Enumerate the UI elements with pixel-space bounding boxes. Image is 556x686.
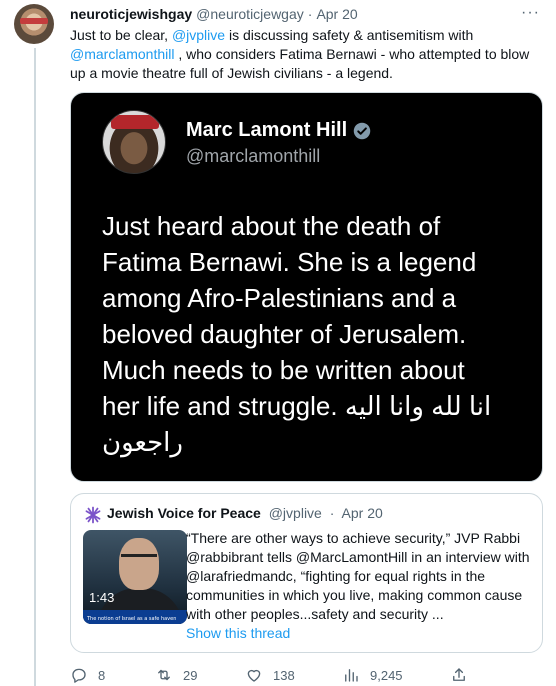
tweet-date[interactable]: Apr 20 — [316, 6, 357, 22]
image-text-english: her life and struggle. — [102, 391, 338, 421]
thread-connector-line — [34, 48, 36, 686]
header-separator: · — [307, 6, 313, 22]
tweet-text: Just to be clear, @jvplive is discussing… — [70, 26, 532, 83]
share-button[interactable] — [450, 664, 468, 686]
avatar-cap — [111, 115, 159, 129]
image-author-name: Marc Lamont Hill — [186, 119, 348, 141]
retweet-count: 29 — [183, 667, 198, 683]
image-text-arabic: راجعون — [102, 427, 183, 457]
image-text-arabic: انا لله وانا اليه — [344, 391, 492, 421]
like-button[interactable]: 138 — [245, 664, 295, 686]
quote-separator: · — [329, 505, 335, 521]
quoted-tweet-card[interactable]: Jewish Voice for Peace @jvplive · Apr 20… — [70, 493, 543, 653]
verified-badge-icon — [353, 122, 371, 139]
views-count: 9,245 — [370, 667, 403, 683]
views-button[interactable]: 9,245 — [342, 664, 403, 686]
quote-date[interactable]: Apr 20 — [342, 505, 383, 521]
retweet-icon — [158, 669, 170, 681]
reply-count: 8 — [98, 667, 106, 683]
heart-icon — [247, 669, 261, 682]
quote-author-name[interactable]: Jewish Voice for Peace — [107, 505, 261, 521]
reply-icon — [72, 668, 86, 683]
tweet-text-part: Just to be clear, — [70, 27, 172, 43]
tweet-actions-bar: 8 29 138 9,245 — [70, 664, 470, 686]
like-count: 138 — [273, 667, 295, 683]
image-text-line: Just heard about the death of — [102, 211, 441, 241]
thumbnail-head — [119, 538, 159, 590]
image-tweet-body: Just heard about the death of Fatima Ber… — [102, 208, 522, 460]
thumbnail-glasses — [121, 554, 157, 560]
tweet-text-part: is discussing safety & antisemitism with — [225, 27, 474, 43]
image-text-line: راجعون — [102, 424, 522, 460]
retweet-button[interactable]: 29 — [155, 664, 197, 686]
video-thumbnail[interactable]: The notion of Israel as a safe haven — [83, 530, 187, 624]
quote-text: “There are other ways to achieve securit… — [186, 530, 530, 622]
image-text-line: beloved daughter of Jerusalem. — [102, 319, 467, 349]
author-display-name[interactable]: neuroticjewishgay — [70, 6, 192, 22]
image-text-line: her life and struggle. انا لله وانا اليه — [102, 388, 522, 424]
quote-header: Jewish Voice for Peace @jvplive · Apr 20 — [107, 505, 383, 521]
more-options-button[interactable]: ··· — [521, 4, 540, 22]
image-author-row: Marc Lamont Hill — [186, 119, 371, 142]
image-text-line: among Afro-Palestinians and a — [102, 283, 457, 313]
reply-button[interactable]: 8 — [70, 664, 105, 686]
jvp-logo-icon — [85, 506, 101, 524]
views-icon — [345, 669, 358, 682]
mention-link-marclamonthill[interactable]: @marclamonthill — [70, 46, 174, 62]
mention-link-jvplive[interactable]: @jvplive — [172, 27, 225, 43]
tweet-header: neuroticjewishgay @neuroticjewgay · Apr … — [70, 4, 540, 24]
quote-author-handle[interactable]: @jvplive — [269, 505, 322, 521]
avatar-detail — [20, 18, 48, 24]
author-handle[interactable]: @neuroticjewgay — [196, 6, 304, 22]
avatar[interactable] — [14, 4, 54, 44]
image-author-avatar — [102, 110, 166, 174]
thumbnail-caption: The notion of Israel as a safe haven — [87, 616, 177, 622]
image-text-line: Fatima Bernawi. She is a legend — [102, 247, 477, 277]
image-author-handle: @marclamonthill — [186, 146, 321, 166]
share-icon — [453, 668, 465, 681]
show-thread-link[interactable]: Show this thread — [186, 625, 290, 641]
embedded-tweet-image[interactable]: Marc Lamont Hill @marclamonthill Just he… — [70, 92, 543, 482]
image-text-line: Much needs to be written about — [102, 355, 465, 385]
video-duration: 1:43 — [89, 590, 115, 605]
